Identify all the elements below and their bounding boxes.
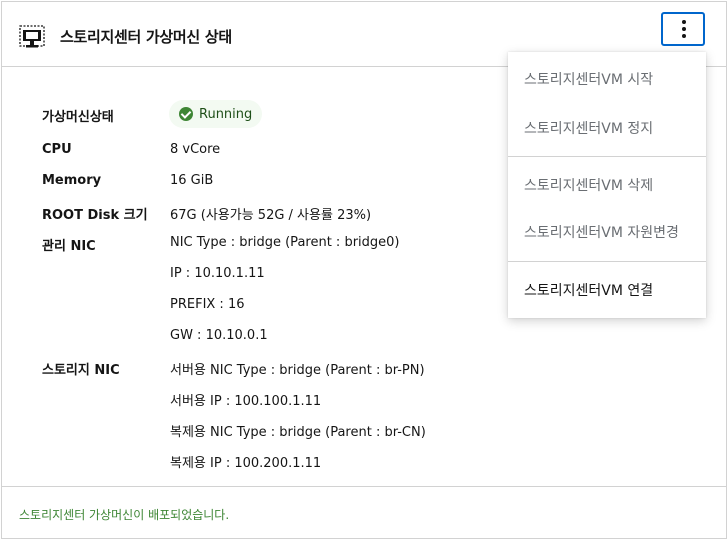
cpu-value: 8 vCore <box>170 142 221 157</box>
mgmt-nic-ip: IP : 10.10.1.11 <box>170 266 265 281</box>
menu-item-resize-vm[interactable]: 스토리지센터VM 자원변경 <box>524 222 679 242</box>
replication-ip: 복제용 IP : 100.200.1.11 <box>170 456 322 471</box>
server-ip: 서버용 IP : 100.100.1.11 <box>170 394 322 409</box>
memory-value: 16 GiB <box>170 173 214 188</box>
card-title: 스토리지센터 가상머신 상태 <box>60 28 232 46</box>
card-footer: 스토리지센터 가상머신이 배포되었습니다. <box>2 486 726 539</box>
check-circle-icon <box>179 107 193 121</box>
deploy-success-message: 스토리지센터 가상머신이 배포되었습니다. <box>19 508 230 522</box>
menu-divider <box>508 261 706 262</box>
storage-nic-label: 스토리지 NIC <box>42 363 120 378</box>
cpu-label: CPU <box>42 142 72 157</box>
menu-item-connect-vm[interactable]: 스토리지센터VM 연결 <box>524 280 653 300</box>
status-label: 가상머신상태 <box>42 110 114 125</box>
kebab-menu-button[interactable] <box>661 12 705 46</box>
menu-item-stop-vm[interactable]: 스토리지센터VM 정지 <box>524 118 653 138</box>
menu-item-delete-vm[interactable]: 스토리지센터VM 삭제 <box>524 175 653 195</box>
mgmt-nic-prefix: PREFIX : 16 <box>170 297 245 312</box>
monitor-icon <box>19 25 45 48</box>
mgmt-nic-type: NIC Type : bridge (Parent : bridge0) <box>170 235 400 250</box>
status-badge: Running <box>169 100 263 128</box>
root-disk-value: 67G (사용가능 52G / 사용률 23%) <box>170 208 372 223</box>
replication-nic-type: 복제용 NIC Type : bridge (Parent : br-CN) <box>170 425 426 440</box>
mgmt-nic-label: 관리 NIC <box>42 239 96 254</box>
server-nic-type: 서버용 NIC Type : bridge (Parent : br-PN) <box>170 363 425 378</box>
memory-label: Memory <box>42 173 102 188</box>
menu-divider <box>508 156 706 157</box>
status-value: Running <box>199 106 253 122</box>
menu-item-start-vm[interactable]: 스토리지센터VM 시작 <box>524 69 653 89</box>
vm-actions-dropdown: 스토리지센터VM 시작 스토리지센터VM 정지 스토리지센터VM 삭제 스토리지… <box>508 52 706 318</box>
root-disk-label: ROOT Disk 크기 <box>42 208 148 223</box>
mgmt-nic-gw: GW : 10.10.0.1 <box>170 328 268 343</box>
